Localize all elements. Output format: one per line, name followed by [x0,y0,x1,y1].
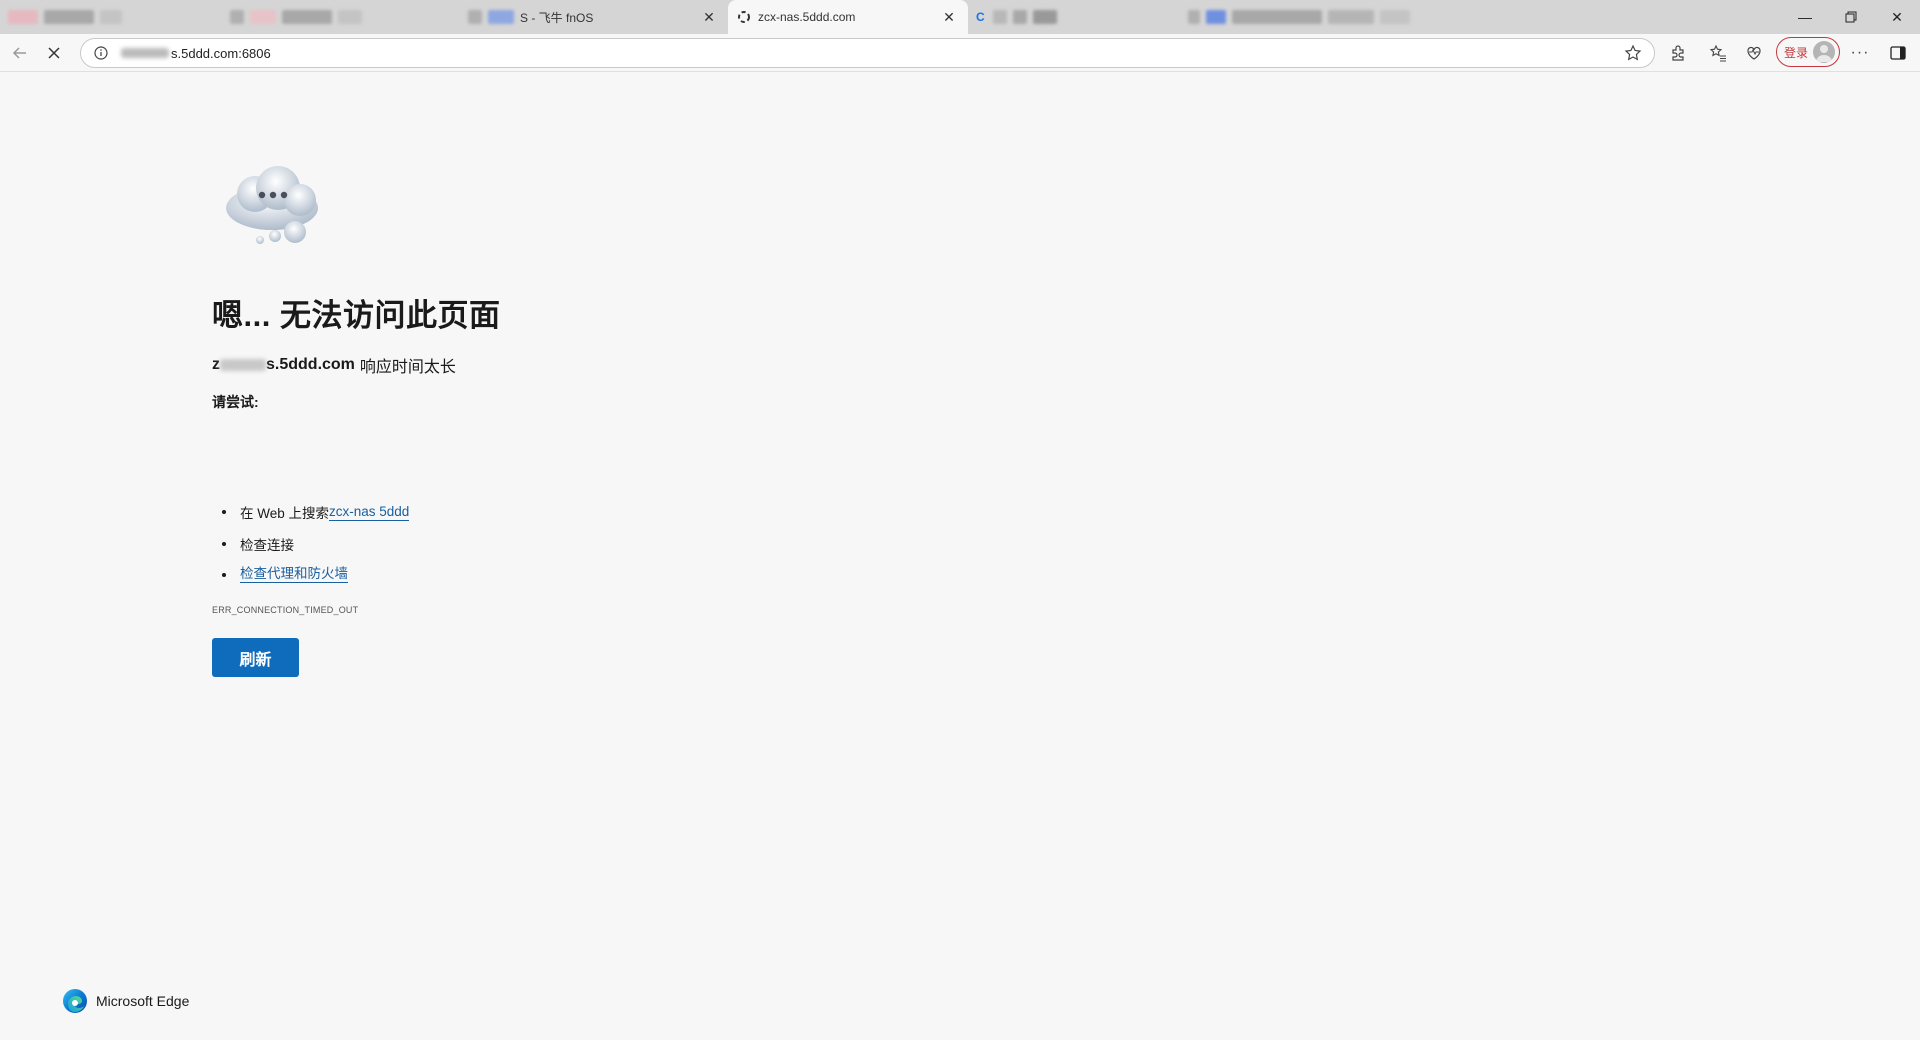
edge-logo-icon [63,989,87,1013]
tab-active[interactable]: zcx-nas.5ddd.com ✕ [728,0,968,34]
try-heading: 请尝试: [212,394,259,410]
host-prefix: z [212,356,220,373]
url-blur [121,48,169,58]
favorites-button[interactable] [1704,39,1732,67]
tab[interactable] [226,0,466,34]
tab[interactable]: C [968,0,1208,34]
cloud-icon [226,166,318,244]
heart-pulse-icon [1747,46,1761,60]
puzzle-icon [1672,45,1684,61]
address-bar[interactable]: s.5ddd.com:6806 [80,38,1655,68]
tab[interactable] [1180,0,1480,34]
close-window-button[interactable]: ✕ [1874,0,1920,34]
sidebar-button[interactable] [1884,39,1912,67]
minimize-button[interactable]: — [1782,0,1828,34]
edge-brand-label: Microsoft Edge [96,993,190,1009]
favorites-list-icon [1709,44,1726,62]
edge-branding: Microsoft Edge [62,988,189,1014]
list-item: 在 Web 上搜索 zcx-nas 5ddd [222,502,410,522]
bullet [222,542,226,546]
browser-toolbar: s.5ddd.com:6806 登录 ··· [0,34,1920,72]
search-web-link[interactable]: zcx-nas 5ddd [329,504,410,521]
more-menu-icon[interactable]: ··· [1846,39,1874,67]
profile-login-button[interactable]: 登录 [1776,37,1840,67]
tab-favicon: C [976,10,985,24]
suggestion-text: 检查连接 [240,538,294,553]
extensions-button[interactable] [1664,39,1692,67]
tab-strip: S - 飞牛 fnOS ✕ zcx-nas.5ddd.com ✕ C — ✕ [0,0,1920,34]
tab-favicon [468,10,482,24]
browser-essentials-button[interactable] [1740,39,1768,67]
bullet [222,572,226,577]
error-host: s.5ddd.com [266,356,355,373]
error-subtitle: z s.5ddd.com 响应时间太长 [212,353,456,377]
list-item: 检查连接 [222,534,294,554]
tab-title: S - 飞牛 fnOS [520,10,594,25]
tab-title-blur [282,10,332,24]
tab-title-blur [1380,10,1410,24]
error-title: 嗯... 无法访问此页面 [212,298,501,333]
check-proxy-firewall-link[interactable]: 检查代理和防火墙 [240,566,348,583]
stop-x-icon [48,47,60,59]
sidebar-icon [1890,46,1906,60]
suggestion-text: 在 Web 上搜索 [240,506,330,521]
login-label: 登录 [1784,45,1809,60]
bullet [222,510,226,514]
tab-title-blur [338,10,362,24]
tab-title-blur [992,10,1007,24]
list-item: 检查代理和防火墙 [222,566,348,583]
tab-title-blur [250,10,276,24]
host-blur [220,359,266,371]
restore-icon [1845,11,1857,23]
tab-favicon [8,10,38,24]
url-text: s.5ddd.com:6806 [171,45,271,61]
tab-favicon [1188,10,1200,24]
tab-title-blur [1232,10,1322,24]
tab-title: zcx-nas.5ddd.com [758,10,856,24]
error-code: ERR_CONNECTION_TIMED_OUT [212,605,359,615]
error-message: 响应时间太长 [359,359,456,376]
tab-icon-blur [1206,10,1226,24]
restore-button[interactable] [1828,0,1874,34]
site-info-icon[interactable] [93,45,109,61]
tab-title-blur [1328,10,1374,24]
tab-favicon [230,10,244,24]
tab-close-icon[interactable]: ✕ [940,8,958,26]
tab-title-blur [1032,10,1057,24]
tab-close-icon[interactable]: ✕ [700,8,718,26]
tab-icon-blur [488,10,514,24]
back-arrow-icon [12,47,26,59]
tab[interactable]: S - 飞牛 fnOS ✕ [466,0,728,34]
tab[interactable] [0,0,240,34]
tab-title-blur [100,10,122,24]
loading-spinner-icon [738,11,750,23]
stop-button[interactable] [40,39,68,67]
back-button[interactable] [6,39,34,67]
tab-title-blur [44,10,94,24]
refresh-button[interactable]: 刷新 [212,638,299,677]
avatar [1813,41,1835,63]
tab-title-blur [1012,10,1027,24]
favorite-star-icon[interactable] [1624,44,1644,64]
